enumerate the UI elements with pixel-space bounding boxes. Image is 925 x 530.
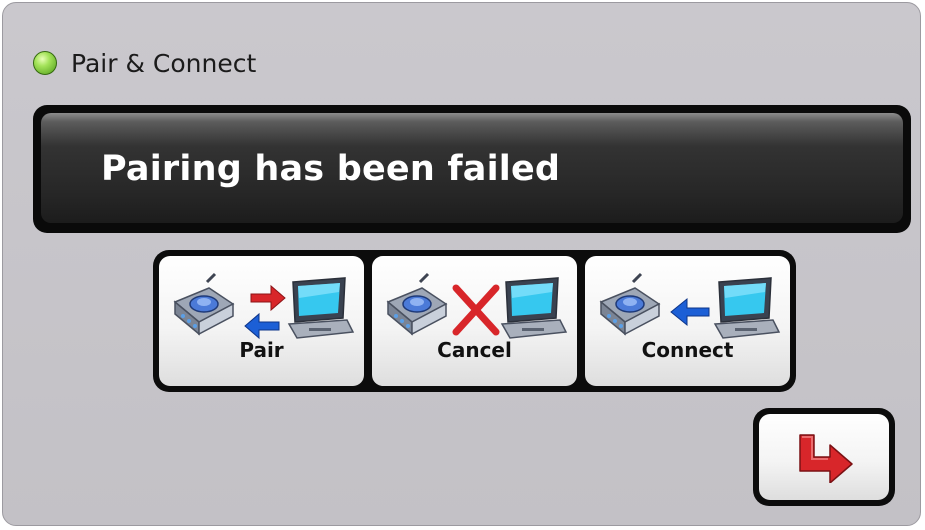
cancel-button-label: Cancel [437, 338, 512, 362]
status-indicator-icon [33, 51, 57, 75]
message-bar-inner: Pairing has been failed [41, 113, 903, 223]
device-cancel-icon [386, 272, 568, 339]
device-connect-icon [599, 272, 781, 339]
connect-button[interactable]: Connect [585, 256, 790, 386]
next-button-frame [753, 408, 895, 506]
connect-button-label: Connect [641, 338, 734, 362]
cancel-button[interactable]: Cancel [372, 256, 577, 386]
dialog-title: Pair & Connect [71, 48, 257, 78]
action-button-group: Pair Cancel Connect [153, 250, 796, 392]
device-pair-icon [173, 272, 355, 340]
next-button[interactable] [759, 414, 889, 500]
pair-button[interactable]: Pair [159, 256, 364, 386]
status-message: Pairing has been failed [101, 149, 561, 189]
dialog-header: Pair & Connect [33, 47, 256, 79]
forward-arrow-icon [799, 434, 853, 483]
pair-button-label: Pair [239, 338, 284, 362]
message-bar: Pairing has been failed [33, 105, 911, 233]
dialog-panel: Pair & Connect Pairing has been failed P… [2, 2, 921, 526]
